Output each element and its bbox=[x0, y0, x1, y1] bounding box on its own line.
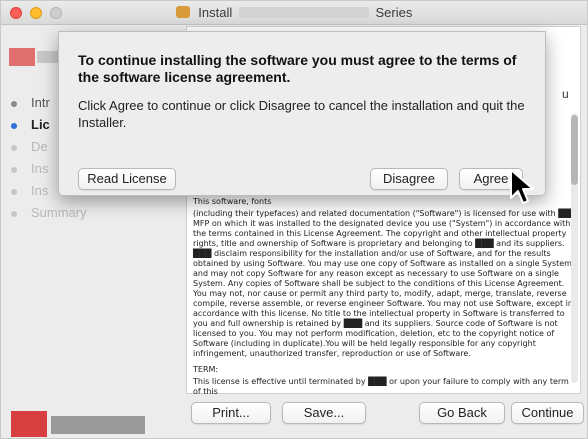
step-dot-icon bbox=[11, 123, 17, 129]
title-bar: Install Series bbox=[1, 1, 587, 25]
step-dot-icon bbox=[11, 101, 17, 107]
pointer-cursor-icon bbox=[510, 169, 534, 204]
step-label: Ins bbox=[31, 161, 49, 176]
disagree-button[interactable]: Disagree bbox=[370, 168, 448, 190]
step-dot-icon bbox=[11, 211, 17, 217]
redacted-product-name bbox=[238, 7, 369, 18]
license-scrollbar[interactable] bbox=[571, 113, 578, 383]
sheet-message: Click Agree to continue or click Disagre… bbox=[78, 98, 525, 130]
step-label: De bbox=[31, 139, 48, 154]
step-label: Ins bbox=[31, 183, 49, 198]
bottom-button-bar: Print... Save... Go Back Continue bbox=[186, 397, 587, 437]
window-title-suffix: Series bbox=[375, 5, 413, 20]
read-license-button[interactable]: Read License bbox=[78, 168, 176, 190]
step-dot-icon bbox=[11, 189, 17, 195]
step-label: Summary bbox=[31, 205, 87, 220]
license-fragment: u bbox=[562, 87, 569, 101]
license-agreement-sheet: To continue installing the software you … bbox=[58, 31, 546, 196]
step-label: Intr bbox=[31, 95, 50, 110]
step-label: Lic bbox=[31, 117, 50, 132]
print-button[interactable]: Print... bbox=[191, 402, 271, 424]
license-paragraph: TERM: bbox=[193, 365, 219, 374]
step-dot-icon bbox=[11, 167, 17, 173]
continue-button[interactable]: Continue bbox=[511, 402, 584, 424]
step-summary: Summary bbox=[1, 202, 186, 224]
license-paragraph: This license is effective until terminat… bbox=[193, 377, 569, 396]
window-title-prefix: Install bbox=[198, 5, 233, 20]
license-paragraph: (including their typefaces) and related … bbox=[193, 209, 577, 358]
license-text: This software, fonts (including their ty… bbox=[193, 197, 579, 399]
brand-logo-bottom bbox=[11, 408, 151, 438]
sheet-title: To continue installing the software you … bbox=[78, 52, 517, 85]
window-title: Install Series bbox=[1, 5, 587, 20]
save-button[interactable]: Save... bbox=[282, 402, 366, 424]
installer-window: Install Series Intr Lic De Ins Ins Summa… bbox=[0, 0, 588, 439]
go-back-button[interactable]: Go Back bbox=[419, 402, 505, 424]
scrollbar-thumb[interactable] bbox=[571, 115, 578, 185]
step-dot-icon bbox=[11, 145, 17, 151]
package-icon bbox=[175, 6, 190, 18]
